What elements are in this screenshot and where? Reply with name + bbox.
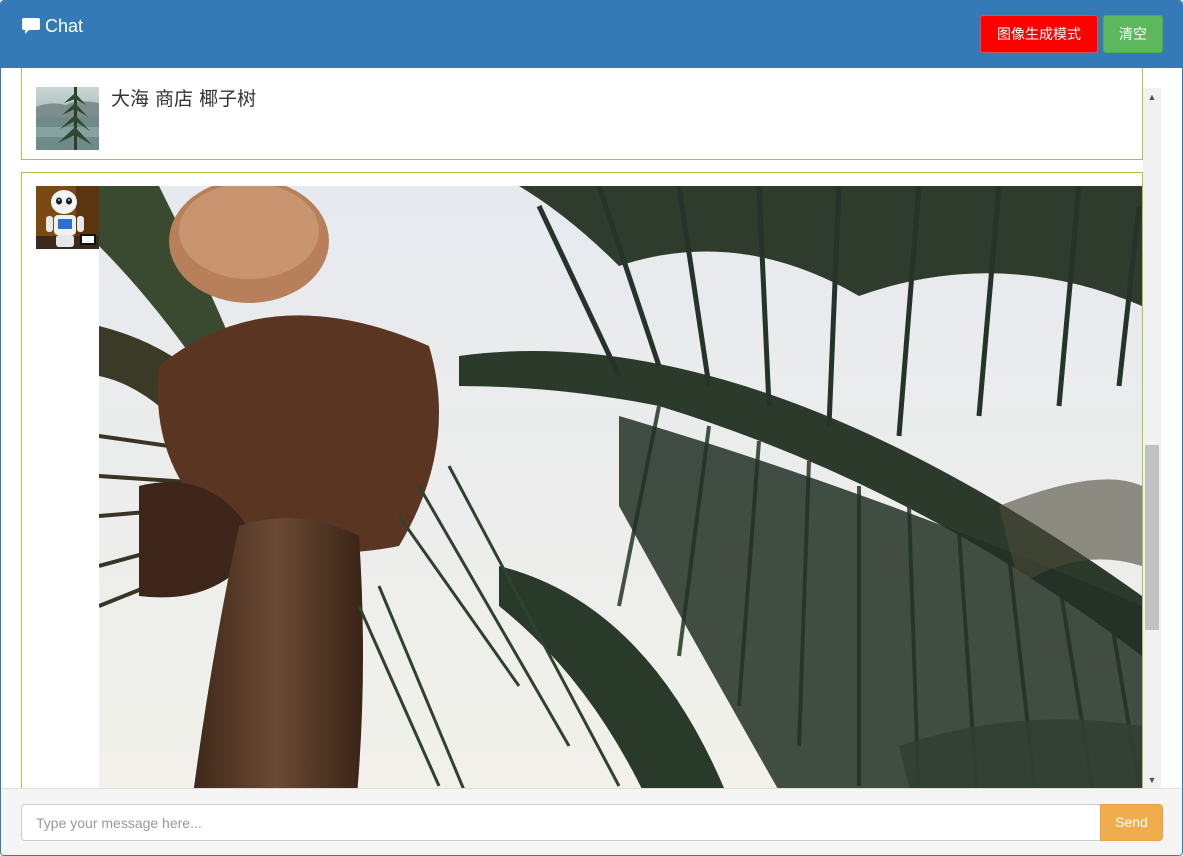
generated-palm-tree-image — [98, 179, 1142, 788]
user-avatar — [36, 87, 99, 150]
send-button[interactable]: Send — [1100, 804, 1163, 841]
message-input[interactable] — [21, 804, 1101, 841]
clear-button[interactable]: 清空 — [1103, 15, 1163, 53]
chat-footer: Send — [1, 788, 1182, 855]
scroll-up-arrow-icon[interactable]: ▲ — [1143, 88, 1161, 105]
speech-bubble-icon — [21, 17, 41, 35]
scroll-down-arrow-icon[interactable]: ▼ — [1143, 771, 1161, 788]
bot-message — [21, 172, 1143, 788]
user-message-text: 大海 商店 椰子树 — [111, 88, 257, 110]
user-message: 大海 商店 椰子树 — [21, 68, 1143, 160]
chat-title: Chat — [21, 15, 83, 37]
chat-title-text: Chat — [45, 16, 84, 36]
chat-panel: Chat 图像生成模式 清空 大海 商店 椰子树 ▲ ▼ Type your m… — [0, 0, 1183, 856]
chat-header: Chat 图像生成模式 清空 — [1, 1, 1182, 68]
messages-scrollbar[interactable]: ▲ ▼ — [1143, 88, 1161, 788]
chat-messages-area[interactable]: 大海 商店 椰子树 ▲ ▼ — [1, 68, 1182, 788]
scroll-thumb[interactable] — [1145, 445, 1159, 630]
robot-icon — [36, 186, 99, 249]
image-generation-mode-button[interactable]: 图像生成模式 — [980, 15, 1098, 53]
